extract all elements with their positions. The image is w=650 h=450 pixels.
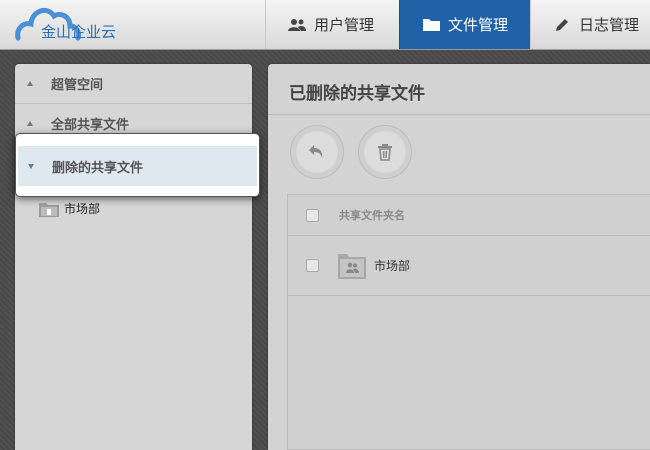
folder-icon [422,17,440,33]
logo-text: 金山企业云 [41,23,117,41]
users-icon [288,17,306,33]
tab-file-management[interactable]: 文件管理 [399,0,530,49]
undo-icon [309,145,323,158]
collapse-arrow-icon [28,163,34,169]
tab-label: 日志管理 [579,16,640,34]
expand-arrow-icon [27,121,33,126]
page-title: 已删除的共享文件 [289,84,425,104]
main-panel: 已删除的共享文件 共享文件夹名 市场部 [268,64,650,450]
delete-permanently-button[interactable] [358,125,412,179]
sidebar-item-label: 超管空间 [51,78,104,93]
restore-button[interactable] [290,125,344,179]
shared-folder-icon [338,253,366,279]
sidebar-item-label: 删除的共享文件 [52,160,144,176]
folder-icon [39,202,59,217]
sidebar-subitem-marketing[interactable]: 市场部 [39,200,100,217]
pencil-icon [553,17,571,33]
select-all-checkbox[interactable] [306,208,319,222]
tab-label: 文件管理 [448,16,509,34]
top-nav-bar: 金山企业云 用户管理 文件管理 日志管理 [0,0,650,50]
tab-label: 用户管理 [314,16,375,34]
expand-arrow-icon [27,81,33,86]
sidebar-item-admin-space[interactable]: 超管空间 [15,64,252,104]
divider [268,114,650,115]
sidebar: 超管空间 全部共享文件 [15,64,252,450]
row-checkbox[interactable] [306,258,319,272]
table-header: 共享文件夹名 [288,195,650,236]
column-header-name: 共享文件夹名 [339,209,405,222]
row-folder-name: 市场部 [374,258,411,273]
sidebar-item-selected-highlight: 删除的共享文件 [18,146,257,186]
sidebar-subitem-label: 市场部 [64,202,101,216]
tab-log-management[interactable]: 日志管理 [530,0,650,49]
sidebar-item-deleted-shared-files[interactable]: 删除的共享文件 [15,133,260,197]
logo[interactable]: 金山企业云 [14,0,134,49]
sidebar-item-label: 全部共享文件 [51,118,130,133]
file-table: 共享文件夹名 市场部 [287,194,650,450]
tab-user-management[interactable]: 用户管理 [265,0,399,49]
trash-icon [378,144,392,161]
table-row[interactable]: 市场部 [288,235,650,296]
